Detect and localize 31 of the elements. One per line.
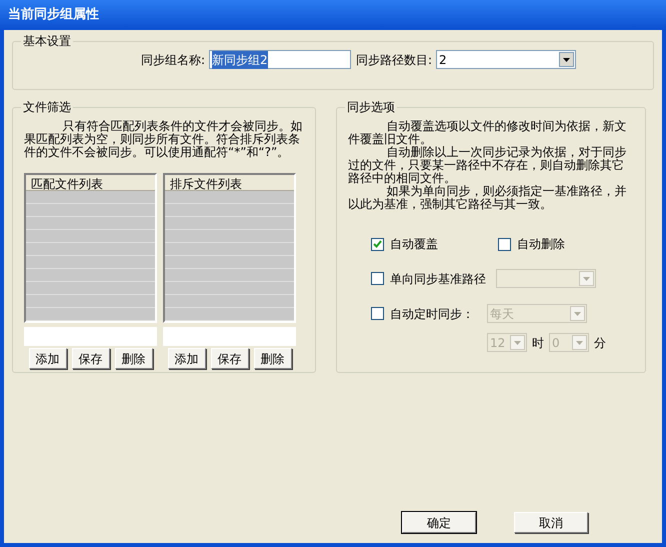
group-title: 同步选项 (346, 99, 396, 116)
description-text: 自动删除以上一次同步记录为依据，对于同步过的文件，只要某一路径中不存在，则自动删除其它路径中的相同文件。 (348, 146, 628, 185)
checkbox[interactable]: 自动删除 (498, 235, 565, 253)
button[interactable]: 确定 (402, 512, 476, 533)
list-box[interactable]: 匹配文件列表 (24, 173, 157, 323)
window-title: 当前同步组属性 (8, 6, 99, 24)
description-text: 如果为单向同步，则必须指定一基准路径，并以此为基准，强制其它路径与其一致。 (348, 185, 628, 211)
button[interactable]: 添加 (28, 348, 66, 369)
checkmark-icon (373, 240, 382, 248)
group-title: 基本设置 (22, 33, 72, 50)
button[interactable]: 保存 (72, 348, 110, 369)
unit-label: 分 (594, 334, 606, 352)
input-field[interactable] (24, 327, 157, 346)
description-text: 自动覆盖选项以文件的修改时间为依据，新文件覆盖旧文件。 (348, 120, 628, 146)
input-field[interactable] (163, 327, 296, 346)
field-label: 同步路径数目: (356, 52, 432, 68)
description-text: 只有符合匹配列表条件的文件才会被同步。如果匹配列表为空，则同步所有文件。符合排斥列表条件的文件不会被同步。可以使用通配符“*”和“?”。 (23, 120, 304, 159)
field-label: 同步组名称: (141, 52, 206, 68)
unit-label: 时 (532, 334, 544, 352)
button[interactable]: 删除 (114, 348, 152, 369)
button[interactable]: 取消 (514, 512, 588, 533)
button[interactable]: 保存 (210, 348, 248, 369)
path-count-dropdown[interactable]: 2 (436, 50, 576, 69)
column-header: 匹配文件列表 (26, 175, 155, 191)
checkbox[interactable]: 自动覆盖 (371, 235, 438, 253)
list-box[interactable]: 排斥文件列表 (163, 173, 296, 323)
button[interactable]: 添加 (168, 348, 206, 369)
group-title: 文件筛选 (22, 99, 72, 116)
name-field[interactable]: 新同步组2 (209, 50, 351, 69)
column-header: 排斥文件列表 (165, 175, 294, 191)
button[interactable]: 删除 (254, 348, 292, 369)
